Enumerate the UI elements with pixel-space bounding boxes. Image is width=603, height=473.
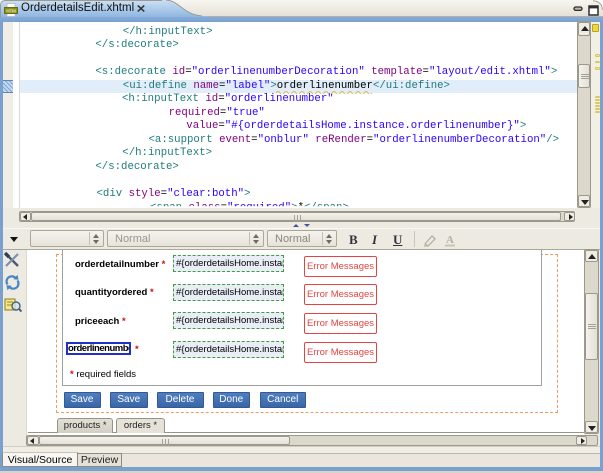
svg-text:A: A [446, 234, 454, 246]
svg-text:HTM: HTM [6, 8, 16, 14]
